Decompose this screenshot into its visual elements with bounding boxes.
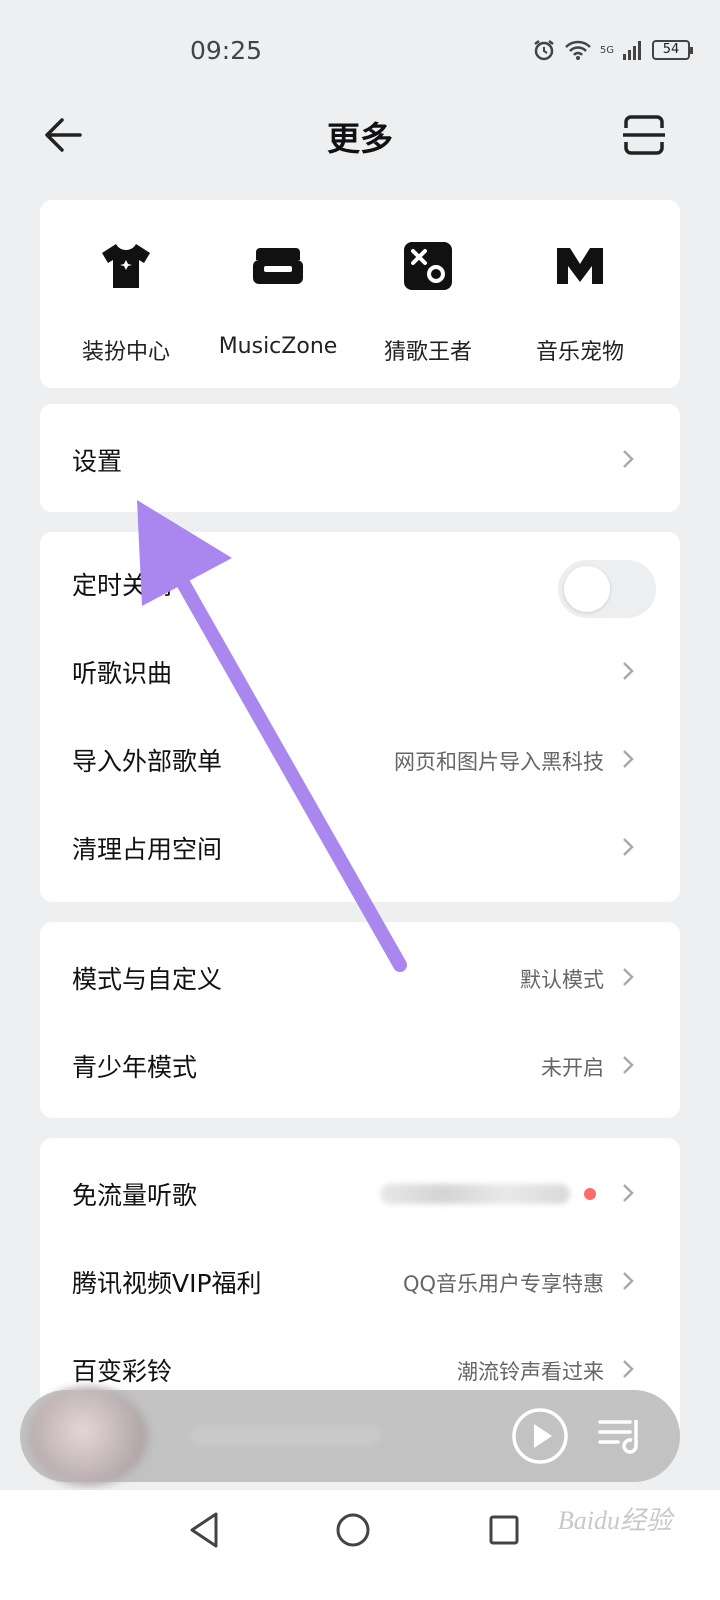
battery-indicator: 54 [652, 40, 693, 60]
settings-row[interactable]: 设置 [40, 414, 680, 502]
tencent-vip-value: QQ音乐用户专享特惠 [402, 1272, 604, 1296]
song-recognition-label: 听歌识曲 [72, 659, 173, 688]
teen-mode-label: 青少年模式 [72, 1053, 198, 1082]
settings-label: 设置 [72, 447, 123, 476]
timer-close-label: 定时关闭 [72, 571, 173, 600]
tshirt-icon [102, 244, 150, 288]
song-recognition-row[interactable]: 听歌识曲 [40, 626, 680, 714]
status-bar: 09:25 5G 54 [0, 0, 720, 100]
import-playlist-value: 网页和图片导入黑科技 [394, 750, 604, 774]
playlist-icon[interactable] [596, 1412, 644, 1460]
watermark: Baidu经验 [557, 1506, 672, 1535]
dice-icon [404, 242, 452, 290]
quick-action-label: MusicZone [218, 334, 338, 359]
chevron-right-icon [623, 1056, 634, 1074]
clear-storage-label: 清理占用空间 [72, 835, 223, 864]
nav-home-icon[interactable] [335, 1512, 371, 1548]
alarm-icon [534, 40, 554, 61]
mini-player[interactable] [20, 1386, 680, 1486]
chevron-right-icon [623, 1184, 634, 1202]
nav-back-icon[interactable] [186, 1510, 222, 1550]
ringtone-label: 百变彩铃 [72, 1357, 173, 1386]
wifi-icon [564, 40, 591, 60]
ringtone-value: 潮流铃声看过来 [457, 1360, 604, 1384]
quick-action-label: 音乐宠物 [535, 340, 624, 365]
free-data-row[interactable]: 免流量听歌 [40, 1148, 680, 1236]
status-icons: 5G 54 [532, 38, 693, 62]
chevron-right-icon [623, 1360, 634, 1378]
quick-actions-card: 装扮中心 MusicZone 猜歌王者 音乐宠物 [40, 200, 680, 388]
free-data-label: 免流量听歌 [72, 1181, 198, 1210]
quick-action-label: 猜歌王者 [383, 340, 472, 365]
nav-recent-apps-icon[interactable] [488, 1514, 520, 1546]
quick-action-label: 装扮中心 [81, 340, 170, 365]
play-icon[interactable] [510, 1406, 570, 1466]
import-playlist-label: 导入外部歌单 [72, 747, 223, 776]
import-playlist-row[interactable]: 导入外部歌单 网页和图片导入黑科技 [40, 714, 680, 802]
page-title: 更多 [327, 119, 393, 158]
sofa-icon [253, 248, 303, 284]
timer-close-toggle[interactable] [558, 560, 656, 618]
teen-mode-row[interactable]: 青少年模式 未开启 [40, 1020, 680, 1108]
teen-mode-value: 未开启 [541, 1056, 604, 1080]
mode-customize-label: 模式与自定义 [72, 965, 223, 994]
track-info-blurred [190, 1426, 380, 1446]
album-cover[interactable] [28, 1386, 148, 1486]
notification-dot [584, 1188, 596, 1200]
quick-action-dress-up[interactable]: 装扮中心 [46, 238, 206, 366]
toggle-knob [564, 566, 610, 612]
quick-action-guess-song[interactable]: 猜歌王者 [348, 238, 508, 366]
header: 更多 [0, 100, 720, 170]
timer-close-row: 定时关闭 [40, 538, 680, 626]
tencent-vip-label: 腾讯视频VIP福利 [72, 1269, 262, 1298]
chevron-right-icon [623, 662, 634, 680]
chevron-right-icon [623, 450, 634, 468]
tools-card: 定时关闭 听歌识曲 导入外部歌单 网页和图片导入黑科技 清理占用空间 [40, 532, 680, 902]
modes-card: 模式与自定义 默认模式 青少年模式 未开启 [40, 922, 680, 1118]
m-logo-icon [557, 248, 603, 284]
chevron-right-icon [623, 968, 634, 986]
tencent-vip-row[interactable]: 腾讯视频VIP福利 QQ音乐用户专享特惠 [40, 1236, 680, 1324]
quick-action-music-pet[interactable]: 音乐宠物 [500, 238, 660, 366]
settings-card: 设置 [40, 404, 680, 512]
mode-customize-row[interactable]: 模式与自定义 默认模式 [40, 932, 680, 1020]
quick-action-musiczone[interactable]: MusicZone [198, 238, 358, 359]
status-time: 09:25 [190, 36, 263, 65]
blurred-value [380, 1184, 570, 1204]
chevron-right-icon [623, 750, 634, 768]
signal-icon [623, 41, 641, 60]
scan-icon[interactable] [622, 114, 666, 156]
system-nav-bar: Baidu经验 [0, 1490, 720, 1600]
chevron-right-icon [623, 1272, 634, 1290]
network-type: 5G [599, 44, 614, 56]
chevron-right-icon [623, 838, 634, 856]
mode-customize-value: 默认模式 [520, 968, 604, 992]
clear-storage-row[interactable]: 清理占用空间 [40, 802, 680, 890]
